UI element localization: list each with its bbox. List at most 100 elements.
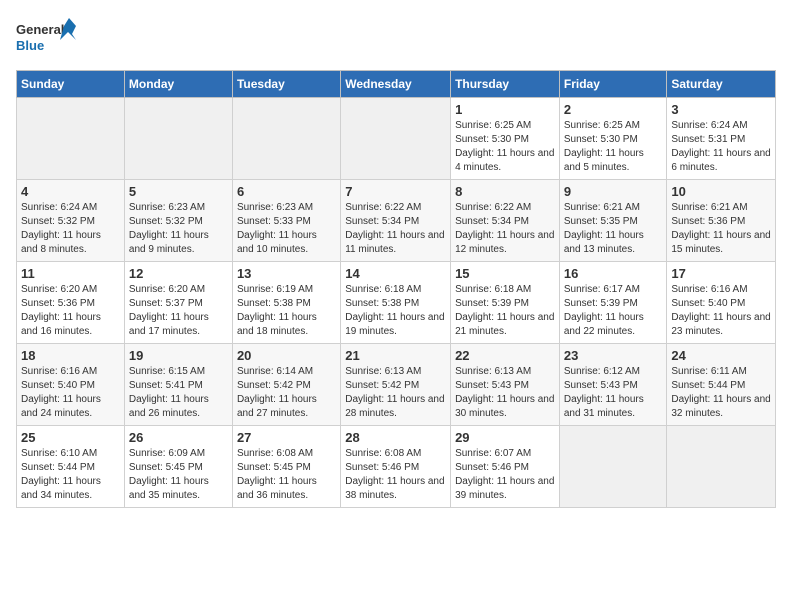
day-number: 28 bbox=[345, 430, 446, 445]
calendar-week-row: 18 Sunrise: 6:16 AM Sunset: 5:40 PM Dayli… bbox=[17, 344, 776, 426]
calendar-cell: 19Sunrise: 6:15 AM Sunset: 5:41 PM Dayli… bbox=[124, 344, 232, 426]
weekday-header: Monday bbox=[124, 71, 232, 98]
day-number: 20 bbox=[237, 348, 336, 363]
calendar-cell bbox=[232, 98, 340, 180]
day-info: Sunrise: 6:08 AM Sunset: 5:45 PM Dayligh… bbox=[237, 447, 336, 503]
day-info: Sunrise: 6:19 AM Sunset: 5:38 PM Dayligh… bbox=[237, 283, 336, 339]
day-number: 26 bbox=[129, 430, 228, 445]
day-info: Sunrise: 6:16 AM Sunset: 5:40 PM Dayligh… bbox=[671, 283, 771, 339]
day-number: 15 bbox=[455, 266, 555, 281]
calendar-cell: 15 Sunrise: 6:18 AM Sunset: 5:39 PM Dayli… bbox=[451, 262, 560, 344]
day-number: 17 bbox=[671, 266, 771, 281]
logo-svg: General Blue bbox=[16, 16, 76, 60]
day-info: Sunrise: 6:23 AM Sunset: 5:33 PM Dayligh… bbox=[237, 201, 336, 257]
calendar-cell bbox=[667, 426, 776, 508]
day-info: Sunrise: 6:09 AM Sunset: 5:45 PM Dayligh… bbox=[129, 447, 228, 503]
calendar-cell: 6 Sunrise: 6:23 AM Sunset: 5:33 PM Daylig… bbox=[232, 180, 340, 262]
weekday-header: Tuesday bbox=[232, 71, 340, 98]
day-info: Sunrise: 6:13 AM Sunset: 5:42 PM Dayligh… bbox=[345, 365, 446, 421]
day-number: 24 bbox=[671, 348, 771, 363]
calendar-week-row: 4 Sunrise: 6:24 AM Sunset: 5:32 PM Daylig… bbox=[17, 180, 776, 262]
calendar-cell: 23 Sunrise: 6:12 AM Sunset: 5:43 PM Dayli… bbox=[559, 344, 667, 426]
weekday-header: Friday bbox=[559, 71, 667, 98]
weekday-header: Thursday bbox=[451, 71, 560, 98]
weekday-header: Saturday bbox=[667, 71, 776, 98]
calendar-cell: 22 Sunrise: 6:13 AM Sunset: 5:43 PM Dayli… bbox=[451, 344, 560, 426]
calendar-cell: 7 Sunrise: 6:22 AM Sunset: 5:34 PM Daylig… bbox=[341, 180, 451, 262]
day-info: Sunrise: 6:18 AM Sunset: 5:39 PM Dayligh… bbox=[455, 283, 555, 339]
day-info: Sunrise: 6:22 AM Sunset: 5:34 PM Dayligh… bbox=[455, 201, 555, 257]
day-number: 27 bbox=[237, 430, 336, 445]
page-header: General Blue bbox=[16, 16, 776, 60]
weekday-header: Sunday bbox=[17, 71, 125, 98]
logo: General Blue bbox=[16, 16, 76, 60]
svg-text:General: General bbox=[16, 22, 64, 37]
calendar-header: SundayMondayTuesdayWednesdayThursdayFrid… bbox=[17, 71, 776, 98]
calendar-cell: 13 Sunrise: 6:19 AM Sunset: 5:38 PM Dayli… bbox=[232, 262, 340, 344]
day-info: Sunrise: 6:13 AM Sunset: 5:43 PM Dayligh… bbox=[455, 365, 555, 421]
calendar-cell: 14 Sunrise: 6:18 AM Sunset: 5:38 PM Dayli… bbox=[341, 262, 451, 344]
day-info: Sunrise: 6:12 AM Sunset: 5:43 PM Dayligh… bbox=[564, 365, 663, 421]
day-number: 8 bbox=[455, 184, 555, 199]
day-number: 25 bbox=[21, 430, 120, 445]
calendar-cell bbox=[559, 426, 667, 508]
calendar-cell bbox=[341, 98, 451, 180]
calendar-cell: 25Sunrise: 6:10 AM Sunset: 5:44 PM Dayli… bbox=[17, 426, 125, 508]
day-info: Sunrise: 6:25 AM Sunset: 5:30 PM Dayligh… bbox=[455, 119, 555, 175]
calendar-cell: 5 Sunrise: 6:23 AM Sunset: 5:32 PM Daylig… bbox=[124, 180, 232, 262]
weekday-header: Wednesday bbox=[341, 71, 451, 98]
day-info: Sunrise: 6:24 AM Sunset: 5:31 PM Dayligh… bbox=[671, 119, 771, 175]
day-number: 13 bbox=[237, 266, 336, 281]
day-info: Sunrise: 6:16 AM Sunset: 5:40 PM Dayligh… bbox=[21, 365, 120, 421]
calendar-cell: 3 Sunrise: 6:24 AM Sunset: 5:31 PM Daylig… bbox=[667, 98, 776, 180]
calendar-cell: 2 Sunrise: 6:25 AM Sunset: 5:30 PM Daylig… bbox=[559, 98, 667, 180]
day-info: Sunrise: 6:23 AM Sunset: 5:32 PM Dayligh… bbox=[129, 201, 228, 257]
calendar-cell: 1Sunrise: 6:25 AM Sunset: 5:30 PM Daylig… bbox=[451, 98, 560, 180]
day-number: 4 bbox=[21, 184, 120, 199]
calendar-cell: 11Sunrise: 6:20 AM Sunset: 5:36 PM Dayli… bbox=[17, 262, 125, 344]
calendar-cell: 9 Sunrise: 6:21 AM Sunset: 5:35 PM Daylig… bbox=[559, 180, 667, 262]
day-number: 3 bbox=[671, 102, 771, 117]
day-info: Sunrise: 6:24 AM Sunset: 5:32 PM Dayligh… bbox=[21, 201, 120, 257]
calendar-cell: 27 Sunrise: 6:08 AM Sunset: 5:45 PM Dayli… bbox=[232, 426, 340, 508]
day-number: 21 bbox=[345, 348, 446, 363]
day-info: Sunrise: 6:18 AM Sunset: 5:38 PM Dayligh… bbox=[345, 283, 446, 339]
day-number: 2 bbox=[564, 102, 663, 117]
calendar-table: SundayMondayTuesdayWednesdayThursdayFrid… bbox=[16, 70, 776, 508]
day-info: Sunrise: 6:22 AM Sunset: 5:34 PM Dayligh… bbox=[345, 201, 446, 257]
day-number: 7 bbox=[345, 184, 446, 199]
day-number: 29 bbox=[455, 430, 555, 445]
calendar-cell: 29 Sunrise: 6:07 AM Sunset: 5:46 PM Dayli… bbox=[451, 426, 560, 508]
calendar-cell: 20 Sunrise: 6:14 AM Sunset: 5:42 PM Dayli… bbox=[232, 344, 340, 426]
day-info: Sunrise: 6:14 AM Sunset: 5:42 PM Dayligh… bbox=[237, 365, 336, 421]
calendar-cell: 18 Sunrise: 6:16 AM Sunset: 5:40 PM Dayli… bbox=[17, 344, 125, 426]
calendar-cell: 8 Sunrise: 6:22 AM Sunset: 5:34 PM Daylig… bbox=[451, 180, 560, 262]
day-number: 18 bbox=[21, 348, 120, 363]
day-number: 22 bbox=[455, 348, 555, 363]
calendar-cell: 17 Sunrise: 6:16 AM Sunset: 5:40 PM Dayli… bbox=[667, 262, 776, 344]
day-info: Sunrise: 6:07 AM Sunset: 5:46 PM Dayligh… bbox=[455, 447, 555, 503]
day-info: Sunrise: 6:21 AM Sunset: 5:35 PM Dayligh… bbox=[564, 201, 663, 257]
calendar-cell: 26 Sunrise: 6:09 AM Sunset: 5:45 PM Dayli… bbox=[124, 426, 232, 508]
day-info: Sunrise: 6:11 AM Sunset: 5:44 PM Dayligh… bbox=[671, 365, 771, 421]
calendar-cell: 12Sunrise: 6:20 AM Sunset: 5:37 PM Dayli… bbox=[124, 262, 232, 344]
day-info: Sunrise: 6:21 AM Sunset: 5:36 PM Dayligh… bbox=[671, 201, 771, 257]
day-info: Sunrise: 6:17 AM Sunset: 5:39 PM Dayligh… bbox=[564, 283, 663, 339]
day-info: Sunrise: 6:25 AM Sunset: 5:30 PM Dayligh… bbox=[564, 119, 663, 175]
calendar-cell: 4 Sunrise: 6:24 AM Sunset: 5:32 PM Daylig… bbox=[17, 180, 125, 262]
svg-text:Blue: Blue bbox=[16, 38, 44, 53]
calendar-cell bbox=[124, 98, 232, 180]
calendar-week-row: 25Sunrise: 6:10 AM Sunset: 5:44 PM Dayli… bbox=[17, 426, 776, 508]
day-info: Sunrise: 6:20 AM Sunset: 5:37 PM Dayligh… bbox=[129, 283, 228, 339]
day-number: 9 bbox=[564, 184, 663, 199]
day-number: 6 bbox=[237, 184, 336, 199]
day-number: 5 bbox=[129, 184, 228, 199]
day-number: 23 bbox=[564, 348, 663, 363]
day-number: 19 bbox=[129, 348, 228, 363]
day-number: 14 bbox=[345, 266, 446, 281]
calendar-cell: 24 Sunrise: 6:11 AM Sunset: 5:44 PM Dayli… bbox=[667, 344, 776, 426]
calendar-cell: 21 Sunrise: 6:13 AM Sunset: 5:42 PM Dayli… bbox=[341, 344, 451, 426]
calendar-cell: 28 Sunrise: 6:08 AM Sunset: 5:46 PM Dayli… bbox=[341, 426, 451, 508]
calendar-week-row: 11Sunrise: 6:20 AM Sunset: 5:36 PM Dayli… bbox=[17, 262, 776, 344]
day-info: Sunrise: 6:08 AM Sunset: 5:46 PM Dayligh… bbox=[345, 447, 446, 503]
